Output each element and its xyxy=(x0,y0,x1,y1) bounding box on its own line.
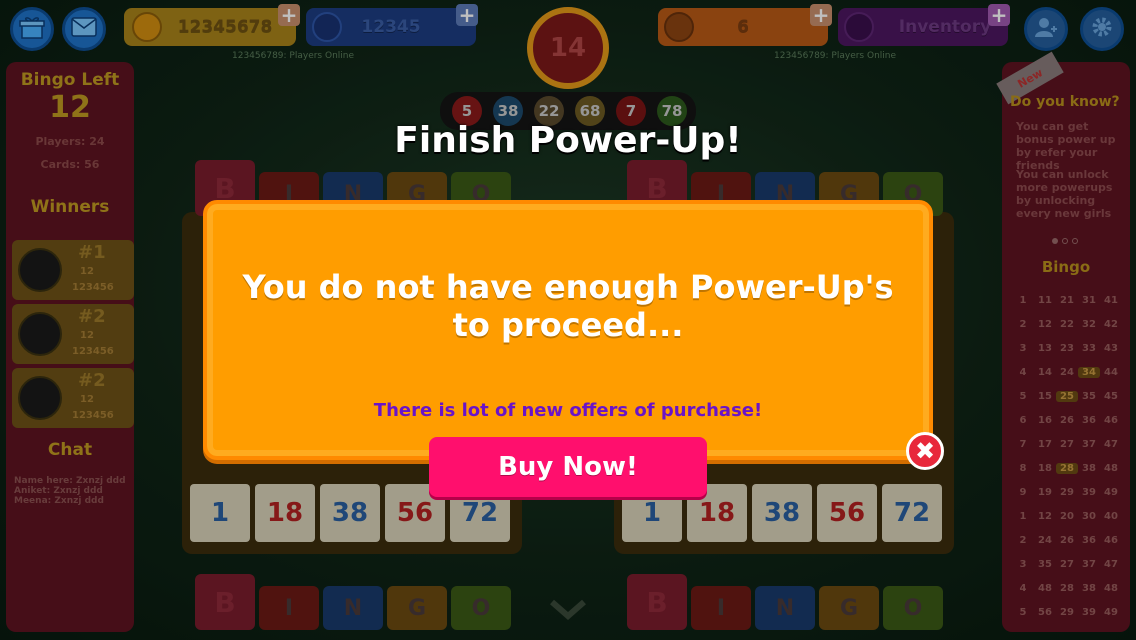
close-button[interactable]: ✖ xyxy=(906,432,944,470)
powerup-dialog: You do not have enough Power-Up's to pro… xyxy=(203,200,933,460)
dialog-message: You do not have enough Power-Up's to pro… xyxy=(207,268,929,344)
close-icon: ✖ xyxy=(914,437,936,465)
buy-now-button[interactable]: Buy Now! xyxy=(429,437,707,497)
buy-now-label: Buy Now! xyxy=(498,452,638,482)
dialog-message-line: to proceed... xyxy=(452,306,684,344)
modal-title: Finish Power-Up! xyxy=(394,120,742,161)
dialog-subtext: There is lot of new offers of purchase! xyxy=(373,400,763,421)
dialog-message-line: You do not have enough Power-Up's xyxy=(242,268,894,306)
